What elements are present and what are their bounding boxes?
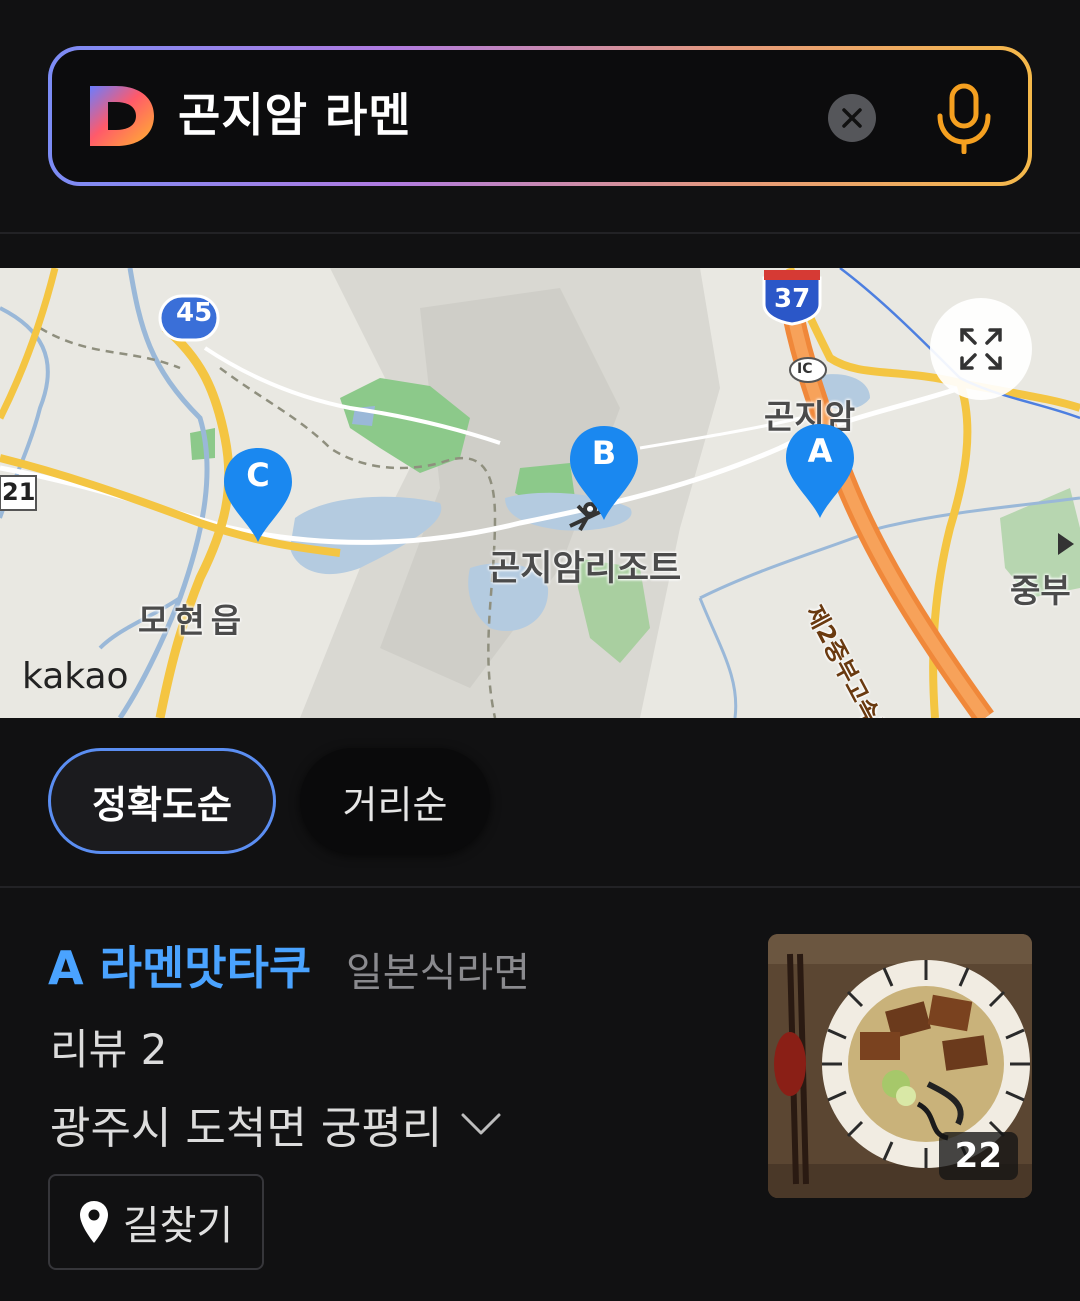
search-bar[interactable]: 곤지암 라멘	[48, 46, 1032, 186]
result-category: 일본식라면	[346, 950, 530, 996]
map-base-layer	[0, 268, 1080, 718]
directions-label: 길찾기	[122, 1203, 234, 1249]
photo-count-badge: 22	[938, 1132, 1018, 1180]
result-address-text: 광주시 도척면 궁평리	[50, 1103, 443, 1154]
result-review-count[interactable]: 리뷰 2	[50, 1016, 167, 1077]
sort-accuracy-chip[interactable]: 정확도순	[48, 748, 276, 854]
expand-icon	[960, 328, 1002, 370]
result-photo[interactable]: 22	[768, 934, 1032, 1198]
daum-logo-icon	[90, 86, 154, 146]
ic-label: IC	[797, 361, 813, 377]
location-pin-icon	[79, 1201, 108, 1243]
result-address[interactable]: 광주시 도척면 궁평리	[50, 1092, 502, 1156]
search-bar-inner: 곤지암 라멘	[52, 50, 1028, 182]
map-pin-c-label: C	[246, 456, 270, 494]
map-expand-button[interactable]	[930, 298, 1032, 400]
close-icon	[842, 108, 862, 128]
map-pin-a-label: A	[807, 432, 833, 470]
route-37-label: 37	[774, 284, 811, 314]
clear-search-button[interactable]	[828, 94, 876, 142]
result-title[interactable]: A 라멘맛타쿠	[48, 932, 311, 998]
search-query-text[interactable]: 곤지암 라멘	[178, 80, 412, 150]
route-21-label: 21	[2, 478, 36, 506]
sort-divider	[0, 886, 1080, 888]
chevron-down-icon	[461, 1113, 501, 1135]
map-label-mohyeon: 모현읍	[138, 601, 248, 640]
map-label-resort: 곤지암리조트	[488, 549, 682, 589]
kakao-map-logo: kakao	[22, 656, 129, 697]
microphone-icon[interactable]	[934, 82, 994, 154]
map-pin-b[interactable]: B	[567, 424, 641, 522]
result-name: 라멘맛타쿠	[99, 941, 312, 995]
directions-button[interactable]: 길찾기	[48, 1174, 264, 1270]
map-label-jungbu: 중부	[1010, 571, 1071, 610]
map-pin-c[interactable]: C	[221, 446, 295, 544]
result-marker: A	[48, 941, 84, 995]
sort-distance-chip[interactable]: 거리순	[300, 748, 490, 854]
map-pin-b-label: B	[591, 434, 617, 472]
header-divider	[0, 232, 1080, 234]
route-45-label: 45	[176, 298, 213, 328]
map-pin-a[interactable]: A	[783, 422, 857, 520]
map-view[interactable]: 45 37 21 IC 곤지암 곤지암리조트 모현읍 중부 제2중부고속도로 k…	[0, 268, 1080, 718]
